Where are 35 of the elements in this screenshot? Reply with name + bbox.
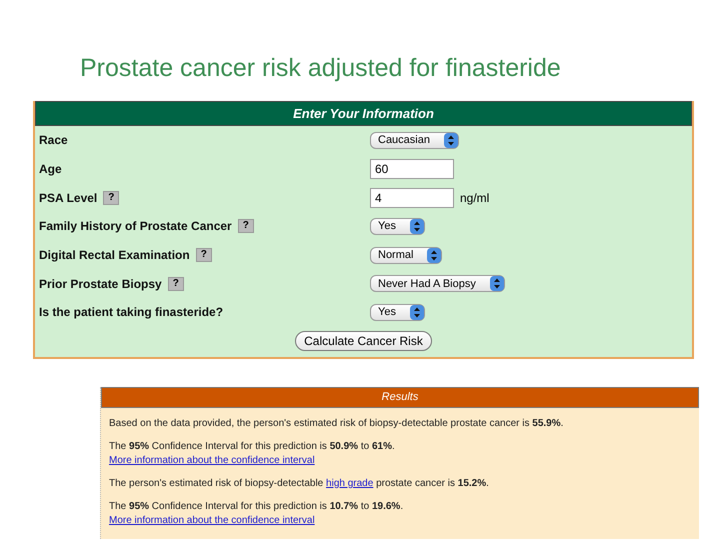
result-text: Based on the data provided, the person's estimated risk of biopsy-detectable prostate cancer is 55.9%.: [109, 416, 564, 431]
stepper-icon: [427, 248, 442, 263]
slide-title: Prostate cancer risk adjusted for finasteride: [80, 53, 561, 84]
help-button[interactable]: ?: [103, 190, 120, 205]
stepper-icon: [410, 304, 424, 320]
field-label: PSA Level: [39, 190, 98, 205]
calculate-button[interactable]: Calculate Cancer Risk: [295, 330, 432, 351]
link[interactable]: high grade: [326, 478, 374, 489]
stepper-icon: [444, 132, 458, 148]
help-button[interactable]: ?: [168, 276, 184, 291]
dropdown[interactable]: Yes: [370, 304, 425, 321]
field-label: Is the patient taking finasteride?: [39, 305, 224, 320]
dropdown[interactable]: Yes: [370, 218, 425, 235]
form-header: Enter Your Information: [35, 101, 692, 126]
stepper-icon: [490, 276, 504, 292]
field-label: Digital Rectal Examination: [39, 248, 190, 262]
stepper-icon: [410, 218, 424, 234]
result-text: The 95% Confidence Interval for this prediction is 10.7% to 19.6%.: [109, 500, 404, 514]
field-label: Race: [39, 133, 68, 148]
dropdown[interactable]: Normal: [370, 246, 442, 264]
result-text: The person's estimated risk of biopsy-detectable high grade prostate cancer is 15.2%.: [109, 476, 490, 491]
dropdown[interactable]: Caucasian: [370, 132, 459, 149]
info-link[interactable]: More information about the confidence interval: [109, 454, 315, 466]
help-button[interactable]: ?: [238, 219, 254, 234]
field-label: Family History of Prostate Cancer: [39, 219, 232, 234]
input-field[interactable]: 4: [370, 188, 454, 208]
dropdown[interactable]: Never Had A Biopsy: [370, 275, 505, 292]
info-link[interactable]: More information about the confidence interval: [109, 514, 315, 526]
help-button[interactable]: ?: [196, 248, 212, 262]
results-header: Results: [101, 386, 699, 408]
result-text: The 95% Confidence Interval for this prediction is 50.9% to 61%.: [109, 440, 396, 454]
unit-label: ng/ml: [460, 190, 490, 205]
field-label: Age: [39, 162, 62, 176]
field-label: Prior Prostate Biopsy: [39, 276, 162, 291]
input-field[interactable]: 60: [370, 159, 454, 180]
